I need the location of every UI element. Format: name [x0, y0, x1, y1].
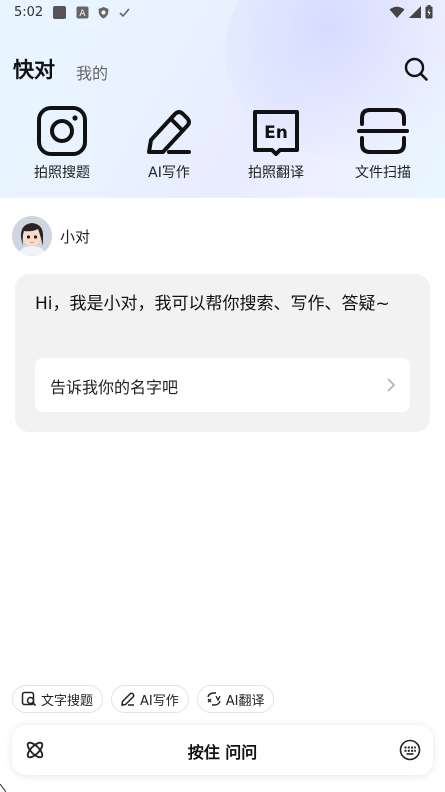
chevron-right-icon — [387, 378, 396, 392]
keyboard-icon[interactable] — [399, 739, 421, 761]
bot-header: 小对 — [12, 214, 90, 258]
voice-input-bar[interactable]: 按住 问问 — [12, 725, 433, 775]
tab-kuaidui[interactable]: 快对 — [13, 54, 55, 84]
tool-label: 文件扫描 — [355, 165, 411, 181]
battery-icon — [425, 5, 433, 19]
tool-file-scan[interactable]: 文件扫描 — [338, 106, 428, 182]
status-time: 5:02 — [14, 5, 44, 20]
chip-label: 文字搜题 — [41, 693, 94, 709]
app-header: 快对 我的 — [0, 50, 445, 86]
check-notification-icon — [119, 8, 130, 18]
suggestion-button[interactable]: 告诉我你的名字吧 — [35, 358, 410, 412]
chip-label: AI写作 — [140, 693, 179, 709]
tool-label: AI写作 — [148, 165, 190, 181]
pen-icon — [147, 110, 191, 154]
corner-indicator — [0, 784, 6, 792]
avatar-image — [12, 216, 52, 256]
tool-photo-translate[interactable]: En 拍照翻译 — [231, 106, 321, 182]
scan-icon — [357, 108, 409, 154]
tool-label: 拍照搜题 — [34, 165, 90, 181]
tool-ai-writing[interactable]: AI写作 — [124, 106, 214, 182]
tool-photo-search[interactable]: 拍照搜题 — [17, 106, 107, 182]
bot-message-bubble: Hi，我是小对，我可以帮你搜索、写作、答疑~ 告诉我你的名字吧 — [15, 274, 430, 432]
chip-ai-translate[interactable]: AI翻译 — [196, 685, 275, 713]
translate-en-icon: En — [253, 110, 299, 156]
wifi-icon — [389, 6, 405, 18]
suggestion-text: 告诉我你的名字吧 — [50, 378, 179, 397]
greeting-text: Hi，我是小对，我可以帮你搜索、写作、答疑~ — [35, 294, 390, 314]
svg-text:En: En — [264, 123, 288, 143]
signal-icon — [409, 5, 421, 18]
quick-action-chips: 文字搜题 AI写作 AI翻译 — [12, 685, 275, 713]
avatar[interactable] — [12, 216, 52, 256]
camera-icon — [37, 106, 87, 156]
chip-ai-writing[interactable]: AI写作 — [111, 685, 189, 713]
pen-icon — [121, 692, 135, 706]
font-notification-icon: A — [76, 6, 89, 19]
text-search-icon — [21, 691, 37, 707]
tab-mine[interactable]: 我的 — [76, 60, 108, 84]
shield-notification-icon — [98, 7, 109, 19]
tool-label: 拍照翻译 — [248, 165, 304, 181]
status-bar: 5:02 A — [0, 0, 445, 26]
search-icon[interactable] — [403, 56, 429, 82]
chip-text-search[interactable]: 文字搜题 — [12, 685, 104, 713]
svg-text:A: A — [79, 9, 86, 19]
translate-icon — [207, 692, 221, 706]
hold-to-ask-label: 按住 问问 — [187, 743, 258, 762]
app-notification-icon — [53, 6, 66, 19]
tool-grid: 拍照搜题 AI写作 En 拍照翻译 文件扫描 — [0, 106, 445, 186]
bot-name: 小对 — [60, 227, 91, 246]
chip-label: AI翻译 — [225, 693, 265, 709]
